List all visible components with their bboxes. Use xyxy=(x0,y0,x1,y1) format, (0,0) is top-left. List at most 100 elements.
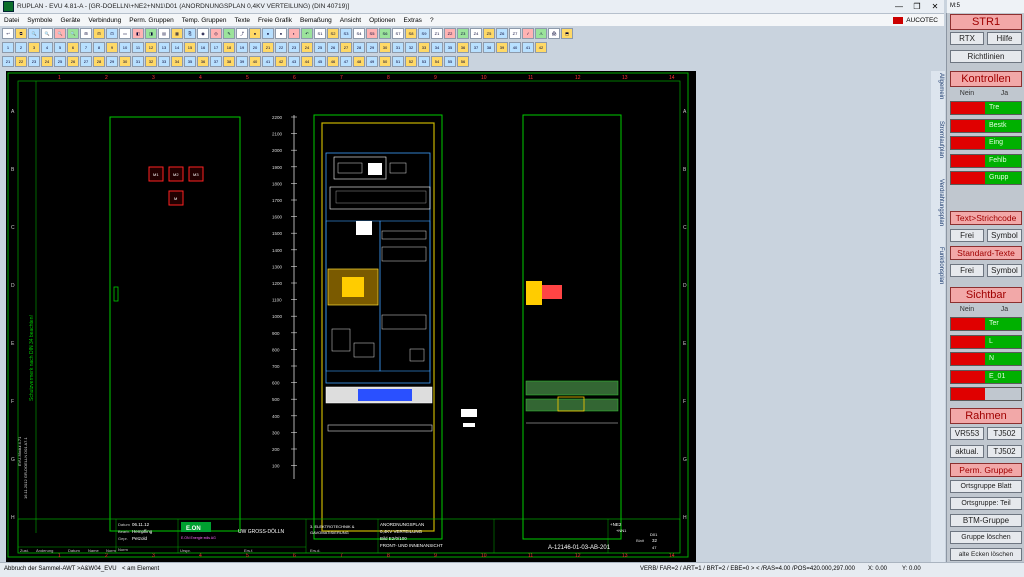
toolbar-button[interactable]: 36 xyxy=(457,42,469,53)
toolbar-button[interactable]: 27 xyxy=(340,42,352,53)
kontrollen-toggle[interactable]: Tre xyxy=(950,101,1022,115)
toolbar-button[interactable]: 52 xyxy=(405,56,417,67)
toolbar-button[interactable]: Z3 xyxy=(457,28,469,39)
ortsgruppe-blatt-button[interactable]: Ortsgruppe Blatt xyxy=(950,480,1022,493)
tj502-button-2[interactable]: TJ502 xyxy=(987,445,1022,458)
sichtbar-nein-cell[interactable] xyxy=(951,353,985,365)
toolbar-button[interactable]: 42 xyxy=(535,42,547,53)
toolbar-button[interactable]: ⬒ xyxy=(561,28,573,39)
toolbar-button[interactable]: 34 xyxy=(431,42,443,53)
toolbar-button[interactable]: 51 xyxy=(392,56,404,67)
standard-frei-button[interactable]: Frei xyxy=(950,264,984,277)
menu-help[interactable]: ? xyxy=(426,17,438,24)
kontrollen-toggle[interactable]: Eing xyxy=(950,136,1022,150)
toolbar-button[interactable]: 42 xyxy=(275,56,287,67)
toolbar-button[interactable]: S3 xyxy=(340,28,352,39)
toolbar-button[interactable]: S5 xyxy=(366,28,378,39)
toolbar-button[interactable]: 9 xyxy=(106,42,118,53)
sichtbar-toggle[interactable]: N xyxy=(950,352,1022,366)
toolbar-button[interactable]: 1 xyxy=(2,42,14,53)
toolbar-button[interactable]: 26 xyxy=(67,56,79,67)
toolbar-button[interactable]: 10 xyxy=(119,42,131,53)
kontrollen-nein-cell[interactable] xyxy=(951,119,985,132)
toolbar-button[interactable]: Z6 xyxy=(496,28,508,39)
richtlinien-button[interactable]: Richtlinien xyxy=(950,50,1022,63)
vr553-button[interactable]: VR553 xyxy=(950,427,984,440)
hilfe-button[interactable]: Hilfe xyxy=(987,32,1022,45)
toolbar-button[interactable]: 37 xyxy=(470,42,482,53)
toolbar-button[interactable]: ◨ xyxy=(145,28,157,39)
toolbar-button[interactable]: S2 xyxy=(327,28,339,39)
toolbar-button[interactable]: 22 xyxy=(275,42,287,53)
tj502-button-1[interactable]: TJ502 xyxy=(987,427,1022,440)
ortsgruppe-teil-button[interactable]: Ortsgruppe: Teil xyxy=(950,497,1022,510)
toolbar-button[interactable]: 31 xyxy=(392,42,404,53)
menu-texte[interactable]: Texte xyxy=(231,17,255,24)
toolbar-button[interactable]: 44 xyxy=(301,56,313,67)
toolbar-button[interactable]: 22 xyxy=(15,56,27,67)
tab-stromlaufplan[interactable]: Stromlaufplan xyxy=(932,121,944,158)
drawing-canvas[interactable]: 1 1 2 2 3 3 4 4 5 5 6 6 7 7 8 8 9 9 10 10 11 11 12 12 13 13 14 14 A… xyxy=(6,71,696,562)
sichtbar-nein-cell[interactable] xyxy=(951,335,985,348)
toolbar-button[interactable]: ⎘ xyxy=(184,28,196,39)
toolbar-button[interactable]: 32 xyxy=(405,42,417,53)
toolbar-button[interactable]: ◐ xyxy=(288,28,300,39)
strichcode-frei-button[interactable]: Frei xyxy=(950,229,984,242)
toolbar-button[interactable]: 34 xyxy=(171,56,183,67)
toolbar-button[interactable]: 27 xyxy=(80,56,92,67)
toolbar-button[interactable]: 14 xyxy=(171,42,183,53)
toolbar-button[interactable]: 40 xyxy=(509,42,521,53)
toolbar-button[interactable]: 31 xyxy=(132,56,144,67)
toolbar-button[interactable]: 41 xyxy=(262,56,274,67)
toolbar-button[interactable]: 30 xyxy=(119,56,131,67)
toolbar-button[interactable]: 26 xyxy=(327,42,339,53)
toolbar-button[interactable]: 53 xyxy=(418,56,430,67)
toolbar-button[interactable]: ↶ xyxy=(301,28,313,39)
toolbar-button[interactable]: Z2 xyxy=(444,28,456,39)
toolbar-button[interactable]: 30 xyxy=(379,42,391,53)
sichtbar-toggle[interactable]: L xyxy=(950,334,1022,349)
toolbar-button[interactable]: S4 xyxy=(353,28,365,39)
toolbar-button[interactable]: 49 xyxy=(366,56,378,67)
kontrollen-nein-cell[interactable] xyxy=(951,154,985,167)
standard-symbol-button[interactable]: Symbol xyxy=(987,264,1022,277)
toolbar-button[interactable]: 48 xyxy=(353,56,365,67)
toolbar-button[interactable]: 5 xyxy=(54,42,66,53)
toolbar-button[interactable]: S6 xyxy=(379,28,391,39)
toolbar-button[interactable]: 39 xyxy=(496,42,508,53)
tab-funktionsplan[interactable]: Funktionsplan xyxy=(932,247,944,284)
toolbar-button[interactable]: 13 xyxy=(158,42,170,53)
toolbar-button[interactable]: 🔍 xyxy=(41,28,53,39)
toolbar-button[interactable]: ▦ xyxy=(171,28,183,39)
toolbar-button[interactable]: 41 xyxy=(522,42,534,53)
sichtbar-nein-cell[interactable] xyxy=(951,388,985,400)
menu-bemassung[interactable]: Bemaßung xyxy=(296,17,336,24)
toolbar-button[interactable]: 47 xyxy=(340,56,352,67)
toolbar-button[interactable]: ⊟ xyxy=(93,28,105,39)
sichtbar-nein-cell[interactable] xyxy=(951,318,985,330)
toolbar-button[interactable]: ● xyxy=(262,28,274,39)
toolbar-button[interactable]: ⊡ xyxy=(106,28,118,39)
toolbar-button[interactable]: ✎ xyxy=(223,28,235,39)
toolbar-button[interactable]: ⚠ xyxy=(535,28,547,39)
toolbar-button[interactable]: ⊞ xyxy=(80,28,92,39)
toolbar-button[interactable]: 11 xyxy=(132,42,144,53)
toolbar-button[interactable]: 43 xyxy=(288,56,300,67)
toolbar-button[interactable]: S9 xyxy=(418,28,430,39)
toolbar-button[interactable]: ⤴ xyxy=(236,28,248,39)
kontrollen-nein-cell[interactable] xyxy=(951,172,985,184)
menu-optionen[interactable]: Optionen xyxy=(365,17,399,24)
toolbar-button[interactable]: 🔍 xyxy=(28,28,40,39)
toolbar-button[interactable]: Z4 xyxy=(470,28,482,39)
toolbar-button[interactable]: ● xyxy=(275,28,287,39)
menu-freie-grafik[interactable]: Freie Grafik xyxy=(254,17,296,24)
toolbar-button[interactable]: ◎ xyxy=(210,28,222,39)
restore-button[interactable]: ❐ xyxy=(908,1,926,13)
btm-gruppe-button[interactable]: BTM-Gruppe xyxy=(950,514,1022,527)
toolbar-button[interactable]: Z1 xyxy=(431,28,443,39)
toolbar-button[interactable]: 28 xyxy=(353,42,365,53)
toolbar-button[interactable]: 8 xyxy=(93,42,105,53)
toolbar-button[interactable]: 38 xyxy=(223,56,235,67)
toolbar-button[interactable]: 🔍 xyxy=(54,28,66,39)
toolbar-button[interactable]: ◉ xyxy=(197,28,209,39)
